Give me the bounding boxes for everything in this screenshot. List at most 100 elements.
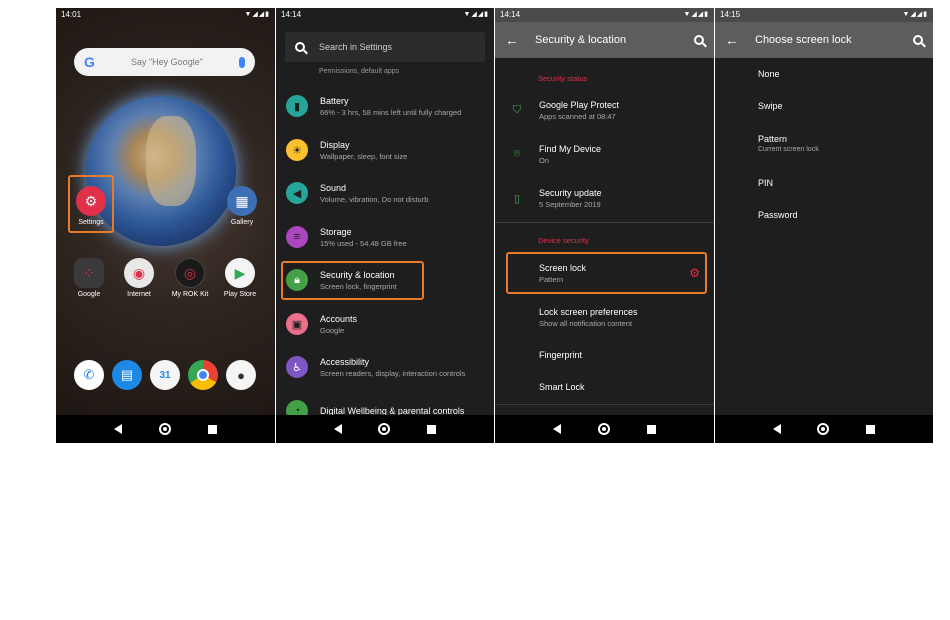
home-screen: 14:01 ▼◢◢▮ G Say "Hey Google" ⚙ Settings… — [56, 8, 275, 443]
option-subtitle: Current screen lock — [758, 146, 819, 153]
app-play-store[interactable]: ▶ Play Store — [218, 258, 262, 298]
status-bar: 14:14 ▼◢◢▮ — [276, 8, 494, 22]
battery-icon: ▮ — [286, 95, 308, 117]
settings-item-battery[interactable]: ▮ Battery 66% - 3 hrs, 58 mins left until… — [276, 84, 494, 128]
search-icon[interactable] — [913, 35, 923, 45]
app-google-folder[interactable]: ⁘ Google — [67, 258, 111, 298]
nav-back-icon[interactable] — [334, 424, 343, 434]
item-title: Lock screen preferences — [539, 306, 638, 317]
status-bar: 14:15 ▼◢◢▮ — [715, 8, 933, 22]
app-bar: ← Security & location — [495, 22, 714, 58]
nav-recents-icon[interactable] — [207, 424, 217, 434]
section-header-status: Security status — [538, 74, 588, 83]
settings-item-storage[interactable]: ≡ Storage 15% used - 54.48 GB free — [276, 215, 494, 259]
app-my-rok-kit[interactable]: ◎ My ROK Kit — [168, 258, 212, 298]
camera-icon[interactable]: ● — [226, 360, 256, 390]
nav-home-icon[interactable] — [158, 423, 171, 435]
item-subtitle: Screen readers, display, interaction con… — [320, 368, 466, 378]
lock-option-password[interactable]: Password — [758, 210, 798, 220]
list-item-security-update[interactable]: ▯ Security update 5 September 2019 — [495, 176, 714, 220]
search-icon[interactable] — [694, 35, 704, 45]
nav-recents-icon[interactable] — [426, 424, 436, 434]
app-label: Gallery — [230, 219, 254, 226]
nav-home-icon[interactable] — [597, 423, 610, 435]
item-title: Smart Lock — [539, 382, 585, 392]
status-time: 14:15 — [720, 10, 741, 19]
item-title: Find My Device — [539, 143, 602, 154]
lock-option-pin[interactable]: PIN — [758, 178, 773, 188]
nav-home-icon[interactable] — [817, 423, 830, 435]
settings-item-sound[interactable]: ◀ Sound Volume, vibration, Do not disturb — [276, 171, 494, 215]
list-item-find-my-device[interactable]: ⌾ Find My Device On — [495, 132, 714, 176]
item-subtitle: Volume, vibration, Do not disturb — [320, 194, 429, 204]
list-item-smart-lock[interactable]: Smart Lock — [495, 365, 714, 409]
item-subtitle: Google — [320, 325, 345, 335]
screen-lock-highlight — [506, 252, 707, 294]
nav-back-icon[interactable] — [553, 424, 562, 434]
signal-battery-icons: ▼◢◢▮ — [463, 11, 489, 18]
phone-icon[interactable]: ✆ — [74, 360, 104, 390]
chrome-icon[interactable] — [188, 360, 218, 390]
settings-search-bar[interactable]: Search in Settings — [285, 32, 485, 62]
shield-icon: ⛉ — [512, 103, 522, 116]
nav-back-icon[interactable] — [773, 424, 782, 434]
nav-bar — [276, 415, 494, 443]
security-screen: 14:14 ▼◢◢▮ ← Security & location Securit… — [495, 8, 714, 443]
mic-icon[interactable] — [239, 56, 245, 68]
option-title: Swipe — [758, 101, 783, 111]
item-title: Accessibility — [320, 356, 370, 367]
settings-screen: 14:14 ▼◢◢▮ Search in Settings Permission… — [276, 8, 494, 443]
list-item-play-protect[interactable]: ⛉ Google Play Protect Apps scanned at 08:… — [495, 88, 714, 132]
back-arrow-icon[interactable]: ← — [725, 32, 749, 48]
settings-item-display[interactable]: ☀ Display Wallpaper, sleep, font size — [276, 128, 494, 172]
nav-recents-icon[interactable] — [865, 424, 875, 434]
option-title: PIN — [758, 178, 774, 188]
nav-recents-icon[interactable] — [646, 424, 656, 434]
section-header-device: Device security — [538, 236, 589, 245]
status-bar: 14:14 ▼◢◢▮ — [495, 8, 714, 22]
nav-home-icon[interactable] — [378, 423, 391, 435]
search-hint: Say "Hey Google" — [130, 57, 203, 67]
item-title: Accounts — [320, 313, 358, 324]
item-subtitle: 5 September 2019 — [539, 199, 601, 209]
item-subtitle: 15% used - 54.48 GB free — [320, 238, 407, 248]
app-label: Internet — [127, 291, 151, 298]
lock-option-pattern[interactable]: Pattern Current screen lock — [758, 134, 819, 153]
status-time: 14:01 — [61, 10, 82, 19]
search-placeholder: Search in Settings — [319, 42, 393, 52]
app-internet[interactable]: ◉ Internet — [117, 258, 161, 298]
status-time: 14:14 — [281, 10, 302, 19]
phone-update-icon: ▯ — [513, 192, 521, 205]
option-title: None — [758, 69, 780, 79]
location-pin-icon: ⌾ — [513, 147, 521, 160]
page-title: Security & location — [535, 34, 627, 46]
nav-bar — [495, 415, 714, 443]
lock-option-none[interactable]: None — [758, 69, 780, 79]
item-title: Display — [320, 139, 350, 150]
settings-item-accounts[interactable]: ▣ Accounts Google — [276, 302, 494, 346]
security-highlight — [281, 261, 424, 300]
signal-battery-icons: ▼◢◢▮ — [683, 11, 709, 18]
divider — [495, 222, 714, 223]
item-title: Google Play Protect — [539, 99, 620, 110]
app-label: Google — [77, 291, 101, 298]
account-icon: ▣ — [286, 313, 308, 335]
back-arrow-icon[interactable]: ← — [505, 32, 529, 48]
settings-item-accessibility[interactable]: ♿︎ Accessibility Screen readers, display,… — [276, 345, 494, 389]
nav-bar — [56, 415, 275, 443]
brightness-icon: ☀ — [286, 139, 308, 161]
messages-icon[interactable]: ▤ — [112, 360, 142, 390]
choose-screen-lock-screen: 14:15 ▼◢◢▮ ← Choose screen lock None Swi… — [715, 8, 933, 443]
nav-back-icon[interactable] — [114, 424, 123, 434]
item-subtitle: On — [539, 155, 550, 165]
gallery-icon: ▦ — [227, 186, 257, 216]
calendar-icon[interactable]: 31 — [150, 360, 180, 390]
storage-icon: ≡ — [286, 226, 308, 248]
lock-option-swipe[interactable]: Swipe — [758, 101, 783, 111]
rok-kit-icon: ◎ — [175, 258, 205, 288]
partial-row: Permissions, default apps — [319, 68, 400, 75]
google-search-bar[interactable]: G Say "Hey Google" — [74, 48, 255, 76]
item-subtitle: 66% - 3 hrs, 58 mins left until fully ch… — [320, 107, 462, 117]
signal-battery-icons: ▼◢◢▮ — [244, 11, 270, 18]
app-gallery[interactable]: ▦ Gallery — [220, 186, 264, 226]
